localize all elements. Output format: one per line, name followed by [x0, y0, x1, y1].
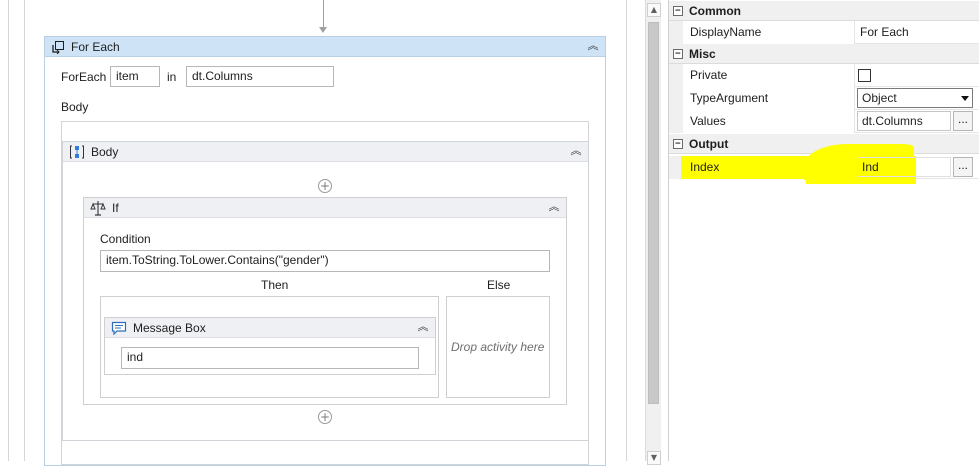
collapse-category-icon[interactable]: −	[673, 139, 683, 149]
message-box-header[interactable]: Message Box ︽	[105, 318, 435, 338]
row-gutter	[669, 21, 683, 44]
canvas-border-left	[8, 0, 9, 461]
collapse-category-icon[interactable]: −	[673, 6, 683, 16]
category-output-label: Output	[689, 137, 729, 151]
then-label: Then	[261, 278, 289, 292]
property-row-private[interactable]: Private	[669, 64, 979, 87]
in-label: in	[167, 70, 177, 84]
property-row-typeargument[interactable]: TypeArgument Object	[669, 87, 979, 110]
index-field[interactable]: Ind	[857, 157, 951, 177]
body-sequence-header[interactable]: Body ︽	[63, 142, 588, 162]
typeargument-selected: Object	[862, 91, 897, 105]
property-value-values: dt.Columns ...	[856, 110, 979, 133]
body-label: Body	[61, 100, 89, 114]
message-box-activity[interactable]: Message Box ︽ ind	[104, 317, 436, 375]
foreach-icon	[52, 40, 64, 54]
canvas-border-left-inner	[24, 0, 25, 461]
scrollbar-thumb[interactable]	[648, 22, 659, 404]
property-row-values[interactable]: Values dt.Columns ...	[669, 110, 979, 133]
index-ellipsis-button[interactable]: ...	[953, 157, 973, 177]
message-box-title: Message Box	[133, 320, 206, 335]
collapse-icon[interactable]: ︽	[548, 201, 560, 213]
else-branch[interactable]: Drop activity here	[446, 296, 550, 398]
add-activity-icon[interactable]: +	[318, 410, 332, 424]
body-sequence[interactable]: Body ︽ + If ︽ Condition item.ToString.To…	[62, 141, 589, 441]
flow-connector-arrow	[319, 27, 327, 33]
scroll-up-icon[interactable]: ▲	[647, 3, 661, 17]
message-box-icon	[111, 321, 127, 335]
foreach-header[interactable]: For Each ︽	[45, 37, 605, 57]
property-name: TypeArgument	[683, 87, 855, 110]
collapse-category-icon[interactable]: −	[673, 49, 683, 59]
property-name: Values	[683, 110, 855, 133]
dropdown-arrow-icon[interactable]	[961, 96, 969, 101]
category-misc[interactable]: − Misc	[669, 44, 979, 64]
add-activity-icon[interactable]: +	[318, 179, 332, 193]
foreach-activity[interactable]: For Each ︽ ForEach item in dt.Columns Bo…	[44, 36, 606, 466]
message-text-field[interactable]: ind	[121, 347, 419, 369]
sequence-icon	[70, 145, 84, 158]
then-branch[interactable]: Message Box ︽ ind	[100, 296, 439, 398]
body-sequence-title: Body	[91, 144, 119, 159]
category-common[interactable]: − Common	[669, 1, 979, 21]
flow-connector-line	[323, 0, 324, 28]
if-activity[interactable]: If ︽ Condition item.ToString.ToLower.Con…	[83, 197, 567, 405]
else-label: Else	[487, 278, 511, 292]
condition-label: Condition	[100, 232, 151, 246]
property-value-private	[856, 64, 979, 87]
row-gutter	[669, 110, 683, 133]
workflow-designer-canvas[interactable]: For Each ︽ ForEach item in dt.Columns Bo…	[0, 0, 640, 466]
scroll-down-icon[interactable]: ▼	[647, 451, 661, 465]
property-value-typeargument: Object	[856, 87, 979, 110]
condition-field[interactable]: item.ToString.ToLower.Contains("gender")	[100, 250, 550, 272]
private-checkbox[interactable]	[858, 69, 871, 82]
row-gutter	[669, 64, 683, 87]
foreach-label: ForEach	[61, 70, 107, 84]
property-value-displayname[interactable]: For Each	[856, 21, 979, 44]
drop-activity-placeholder: Drop activity here	[451, 340, 545, 354]
collapse-icon[interactable]: ︽	[417, 321, 429, 333]
canvas-border-right	[626, 0, 627, 461]
if-icon	[90, 200, 106, 216]
property-value-index: Ind ...	[804, 144, 979, 184]
row-gutter	[669, 87, 683, 110]
if-title: If	[112, 200, 119, 215]
vertical-scrollbar[interactable]: ▲ ▼	[645, 0, 661, 465]
property-name: Private	[683, 64, 855, 87]
foreach-collection-field[interactable]: dt.Columns	[186, 66, 334, 87]
foreach-title: For Each	[71, 39, 120, 54]
values-ellipsis-button[interactable]: ...	[953, 111, 973, 131]
collapse-icon[interactable]: ︽	[570, 145, 582, 157]
category-common-label: Common	[689, 4, 741, 18]
foreach-item-field[interactable]: item	[110, 66, 160, 87]
properties-panel: − Common DisplayName For Each − Misc Pri…	[668, 0, 979, 461]
property-row-displayname[interactable]: DisplayName For Each	[669, 21, 979, 44]
property-row-index[interactable]: Index Ind ...	[669, 144, 979, 184]
collapse-icon[interactable]: ︽	[587, 40, 599, 52]
property-name-text: Index	[690, 160, 720, 174]
values-field[interactable]: dt.Columns	[857, 111, 951, 131]
property-name: DisplayName	[683, 21, 855, 44]
if-header[interactable]: If ︽	[84, 198, 566, 218]
category-misc-label: Misc	[689, 47, 716, 61]
typeargument-dropdown[interactable]: Object	[857, 88, 973, 108]
